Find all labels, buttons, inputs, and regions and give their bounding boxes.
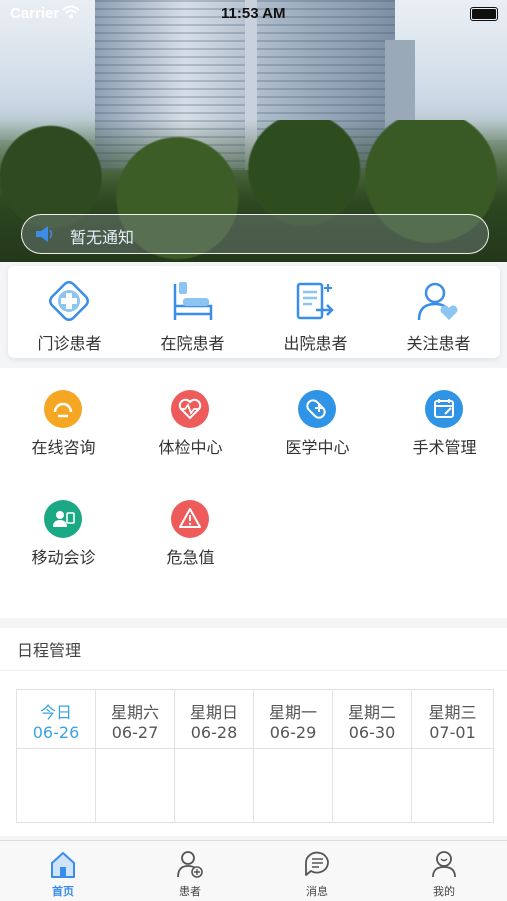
day-column[interactable]: 今日 06-26: [17, 690, 96, 822]
day-column[interactable]: 星期一 06-29: [254, 690, 333, 822]
day-name: 星期三: [428, 703, 477, 722]
patient-icon: [177, 851, 203, 878]
schedule-calendar: 今日 06-26 星期六 06-27 星期日 06-28 星期一 06-29 星: [16, 689, 494, 823]
tab-home[interactable]: 首页: [0, 841, 126, 901]
tab-profile-label: 我的: [433, 885, 455, 898]
day-name: 星期六: [110, 703, 159, 722]
notice-text: 暂无通知: [70, 228, 135, 247]
warning-icon: [171, 500, 209, 538]
day-date: 06-27: [111, 723, 159, 742]
day-header: 星期日 06-28: [175, 690, 253, 749]
day-date: 06-30: [348, 723, 396, 742]
inpatient-entry[interactable]: 在院患者: [131, 266, 254, 358]
medical-kit-icon: [298, 390, 336, 428]
tab-profile[interactable]: 我的: [381, 841, 507, 901]
surgery-management-label: 手术管理: [412, 438, 477, 457]
day-name: 星期二: [347, 703, 396, 722]
checkup-center-label: 体检中心: [158, 438, 223, 457]
heartbeat-icon: [171, 390, 209, 428]
day-name: 今日: [39, 703, 72, 722]
profile-icon: [432, 851, 456, 878]
day-date: 07-01: [429, 723, 476, 742]
day-header: 星期三 07-01: [412, 690, 493, 749]
divider: [0, 670, 507, 671]
day-column[interactable]: 星期三 07-01: [412, 690, 493, 822]
outpatient-entry[interactable]: 门诊患者: [8, 266, 131, 358]
patient-quick-entries: 门诊患者 在院患者 出院患者 关注患者: [8, 266, 500, 358]
medical-center-button[interactable]: 医学中心: [254, 368, 381, 468]
notice-bar[interactable]: 暂无通知: [21, 214, 489, 254]
day-column[interactable]: 星期六 06-27: [96, 690, 175, 822]
tab-messages-label: 消息: [306, 885, 328, 898]
surgery-management-button[interactable]: 手术管理: [381, 368, 507, 468]
inpatient-bed-icon: [173, 282, 213, 320]
follow-patient-entry[interactable]: 关注患者: [377, 266, 500, 358]
day-column[interactable]: 星期二 06-30: [333, 690, 412, 822]
outpatient-label: 门诊患者: [37, 334, 102, 353]
mobile-consultation-button[interactable]: 移动会诊: [0, 478, 127, 578]
day-header: 星期二 06-30: [333, 690, 411, 749]
follow-patient-icon: [417, 282, 458, 321]
calendar-edit-icon: [425, 390, 463, 428]
critical-value-label: 危急值: [166, 548, 215, 567]
clock: 11:53 AM: [221, 5, 286, 22]
video-consult-icon: [44, 500, 82, 538]
message-icon: [305, 851, 329, 876]
tab-bar: 首页 患者 消息 我的: [0, 840, 507, 901]
home-icon: [51, 852, 75, 878]
discharge-entry[interactable]: 出院患者: [254, 266, 377, 358]
follow-patient-label: 关注患者: [406, 334, 471, 353]
wifi-icon: [62, 5, 80, 19]
tab-patients[interactable]: 患者: [127, 841, 253, 901]
checkup-center-button[interactable]: 体检中心: [127, 368, 254, 468]
discharge-label: 出院患者: [283, 334, 348, 353]
day-date: 06-26: [32, 723, 80, 742]
day-column[interactable]: 星期日 06-28: [175, 690, 254, 822]
function-grid: 在线咨询 体检中心 医学中心 手术管理 移动会诊 危急值: [0, 368, 507, 618]
consult-icon: [44, 390, 82, 428]
schedule-section: 日程管理 今日 06-26 星期六 06-27 星期日 06-28 星期一 06…: [0, 628, 507, 836]
mobile-consultation-label: 移动会诊: [31, 548, 96, 567]
day-header: 今日 06-26: [17, 690, 95, 749]
tab-home-label: 首页: [52, 885, 74, 898]
tab-messages[interactable]: 消息: [254, 841, 380, 901]
day-date: 06-28: [190, 723, 238, 742]
battery-icon: [470, 7, 498, 21]
critical-value-button[interactable]: 危急值: [127, 478, 254, 578]
day-date: 06-29: [269, 723, 317, 742]
outpatient-icon: [49, 281, 89, 321]
inpatient-label: 在院患者: [160, 334, 225, 353]
speaker-icon: [36, 226, 53, 242]
online-consult-label: 在线咨询: [31, 438, 96, 457]
status-bar: Carrier 11:53 AM: [0, 0, 507, 28]
day-header: 星期一 06-29: [254, 690, 332, 749]
day-header: 星期六 06-27: [96, 690, 174, 749]
discharge-icon: [296, 282, 334, 320]
carrier-label: Carrier: [10, 5, 60, 22]
online-consult-button[interactable]: 在线咨询: [0, 368, 127, 468]
day-name: 星期日: [189, 703, 238, 722]
tab-patients-label: 患者: [179, 885, 201, 898]
schedule-title: 日程管理: [17, 641, 82, 660]
day-name: 星期一: [268, 703, 317, 722]
medical-center-label: 医学中心: [285, 438, 350, 457]
